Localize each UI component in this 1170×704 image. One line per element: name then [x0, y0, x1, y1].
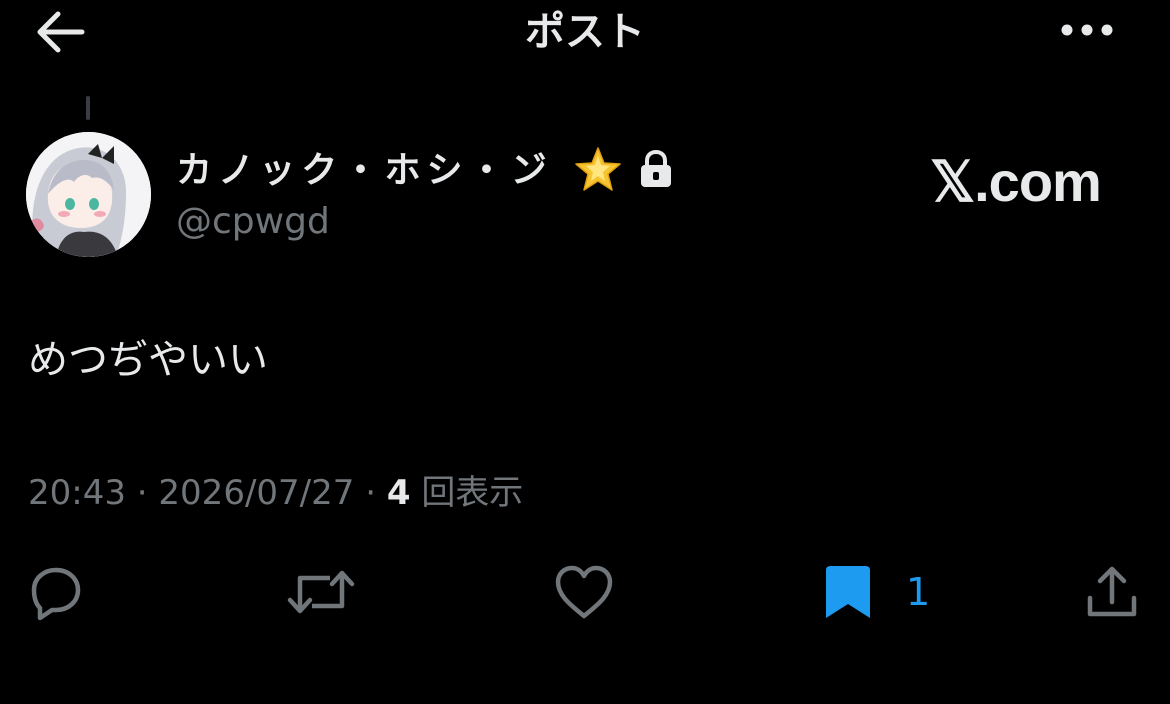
- sparkle-star-icon: [572, 144, 624, 196]
- watermark-text: 𝕏.com: [930, 150, 1102, 213]
- meta-separator: ·: [136, 473, 148, 513]
- reply-icon: [31, 567, 81, 620]
- bookmark-icon: [826, 566, 870, 618]
- post-date: 2026/07/27: [158, 473, 355, 513]
- reply-button[interactable]: [26, 560, 90, 624]
- post-text: めつぢやいい: [28, 337, 268, 383]
- retweet-icon: [287, 570, 355, 614]
- like-icon: [555, 565, 613, 619]
- share-button[interactable]: [1084, 560, 1144, 624]
- post-time: 20:43: [28, 473, 126, 513]
- post-meta: 20:43 · 2026/07/27 · 4 回表示: [28, 468, 523, 518]
- bookmark-button[interactable]: 1: [822, 560, 942, 624]
- thread-connector: [86, 96, 90, 120]
- views-count[interactable]: 4: [387, 473, 411, 513]
- x-watermark-logo: 𝕏.com: [930, 150, 1130, 214]
- bookmark-count: 1: [906, 570, 931, 614]
- avatar[interactable]: [26, 132, 151, 257]
- views-label: 回表示: [421, 473, 524, 513]
- display-name[interactable]: カノック・ホシ・ン゙: [176, 146, 553, 196]
- page-title: ポスト: [525, 9, 645, 55]
- like-button[interactable]: [552, 560, 618, 624]
- meta-separator: ·: [365, 473, 377, 513]
- share-icon: [1087, 566, 1137, 617]
- more-button[interactable]: [1052, 10, 1122, 50]
- retweet-button[interactable]: [286, 560, 356, 624]
- more-icon: [1061, 24, 1113, 36]
- user-handle[interactable]: @cpwgd: [176, 198, 330, 246]
- lock-icon: [638, 149, 674, 189]
